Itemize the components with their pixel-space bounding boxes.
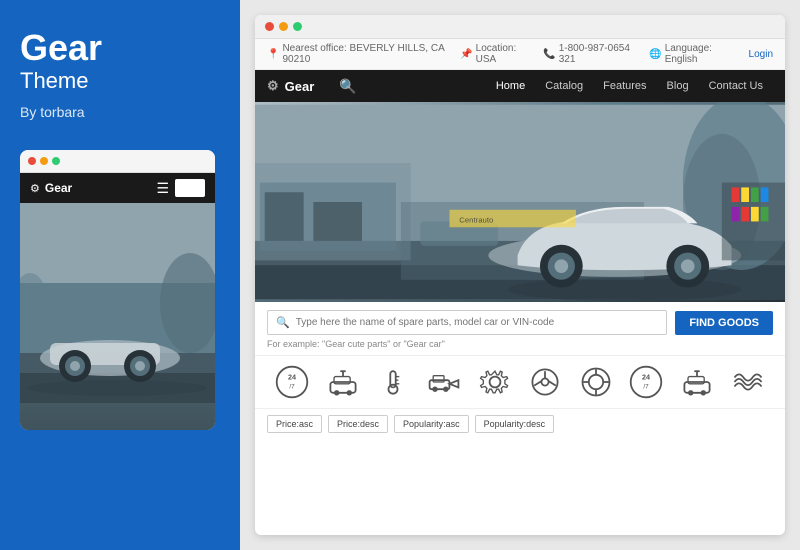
- nav-gear-icon: ⚙: [267, 78, 279, 94]
- nav-link-features[interactable]: Features: [593, 70, 656, 102]
- mobile-navbar-left: ⚙ Gear: [30, 181, 72, 195]
- electric-car-icon: [325, 364, 361, 400]
- phone-info: 📞 1-800-987-0654 321: [543, 43, 634, 65]
- browser-chrome: [255, 15, 785, 39]
- language-info: 🌐 Language: English: [649, 43, 733, 65]
- nav-logo: ⚙ Gear: [267, 70, 314, 102]
- svg-text:Centrauto: Centrauto: [459, 215, 493, 224]
- filter-tags: Price:asc Price:desc Popularity:asc Popu…: [255, 408, 785, 439]
- nav-logo-text: Gear: [285, 79, 315, 94]
- chrome-dot-yellow: [279, 22, 288, 31]
- login-link[interactable]: Login: [749, 49, 773, 60]
- dot-green: [52, 157, 60, 165]
- chrome-dot-green: [293, 22, 302, 31]
- dot-red: [28, 157, 36, 165]
- thermometer-icon: [375, 364, 411, 400]
- service-icon-tire: [578, 364, 614, 400]
- tire-icon: [578, 364, 614, 400]
- hero-svg: Centrauto: [255, 102, 785, 302]
- nav-link-blog[interactable]: Blog: [657, 70, 699, 102]
- phone-text: 1-800-987-0654 321: [559, 43, 635, 65]
- filter-popularity-desc[interactable]: Popularity:desc: [475, 415, 555, 433]
- nav-search-icon[interactable]: 🔍: [339, 78, 356, 95]
- mobile-gear-icon: ⚙: [30, 182, 40, 195]
- office-info: 📍 Nearest office: BEVERLY HILLS, CA 9021…: [267, 43, 445, 65]
- chrome-dot-red: [265, 22, 274, 31]
- search-input-wrap[interactable]: 🔍: [267, 310, 667, 335]
- service-icon-electric: [325, 364, 361, 400]
- nav-link-home[interactable]: Home: [486, 70, 535, 102]
- steering-wheel-icon: [527, 364, 563, 400]
- language-text: Language: English: [665, 43, 734, 65]
- mobile-preview: ⚙ Gear ☰: [20, 150, 215, 430]
- left-panel: Gear Theme By torbara ⚙ Gear ☰: [0, 0, 240, 550]
- 247-icon: 24 /7: [274, 364, 310, 400]
- service-icons-row: 24 /7: [255, 355, 785, 408]
- mobile-logo-text: Gear: [45, 181, 72, 195]
- service-icon-liquid: [730, 364, 766, 400]
- dot-yellow: [40, 157, 48, 165]
- phone-icon: 📞: [543, 49, 555, 60]
- top-bar: 📍 Nearest office: BEVERLY HILLS, CA 9021…: [255, 39, 785, 70]
- mobile-dots: [20, 150, 215, 173]
- location-text: Location: USA: [476, 43, 529, 65]
- mobile-hero-svg: [20, 203, 215, 403]
- office-icon: 📍: [267, 49, 279, 60]
- location-icon: 📌: [460, 49, 472, 60]
- mobile-search-box: [175, 179, 205, 197]
- theme-title: Gear: [20, 30, 220, 66]
- nav-links: Home Catalog Features Blog Contact Us: [486, 70, 773, 102]
- service-icon-tow: [426, 364, 462, 400]
- mobile-hero: auto: [20, 203, 215, 430]
- office-text: Nearest office: BEVERLY HILLS, CA 90210: [282, 43, 445, 65]
- theme-subtitle: Theme: [20, 68, 220, 94]
- svg-text:24: 24: [642, 372, 650, 381]
- right-panel: 📍 Nearest office: BEVERLY HILLS, CA 9021…: [240, 0, 800, 550]
- liquid-wave-icon: [730, 364, 766, 400]
- svg-text:24: 24: [288, 372, 296, 381]
- browser-window: 📍 Nearest office: BEVERLY HILLS, CA 9021…: [255, 15, 785, 535]
- find-goods-button[interactable]: FIND GOODS: [675, 311, 773, 335]
- svg-text:/7: /7: [644, 383, 650, 390]
- service-icon-steering: [527, 364, 563, 400]
- language-icon: 🌐: [649, 49, 661, 60]
- svg-text:/7: /7: [290, 383, 296, 390]
- location-info: 📌 Location: USA: [460, 43, 528, 65]
- electric-car2-icon: [679, 364, 715, 400]
- nav-link-contact[interactable]: Contact Us: [699, 70, 773, 102]
- filter-price-asc[interactable]: Price:asc: [267, 415, 322, 433]
- service-icon-electric2: [679, 364, 715, 400]
- service-icon-247: 24 /7: [274, 364, 310, 400]
- search-input[interactable]: [296, 317, 659, 328]
- nav-bar: ⚙ Gear 🔍 Home Catalog Features Blog Cont…: [255, 70, 785, 102]
- hero-section: Centrauto: [255, 102, 785, 302]
- author-label: By torbara: [20, 104, 220, 120]
- service-icon-temp: [375, 364, 411, 400]
- mobile-menu-icon[interactable]: ☰: [156, 180, 169, 197]
- service-icon-gear: [477, 364, 513, 400]
- tow-car-icon: [426, 364, 462, 400]
- service-icon-247b: 24 /7: [628, 364, 664, 400]
- 247b-icon: 24 /7: [628, 364, 664, 400]
- search-magnify-icon: 🔍: [276, 316, 290, 329]
- filter-popularity-asc[interactable]: Popularity:asc: [394, 415, 469, 433]
- gear-cog-icon: [477, 364, 513, 400]
- nav-link-catalog[interactable]: Catalog: [535, 70, 593, 102]
- mobile-navbar: ⚙ Gear ☰: [20, 173, 215, 203]
- search-example: For example: "Gear cute parts" or "Gear …: [255, 339, 785, 355]
- search-bar: 🔍 FIND GOODS: [255, 302, 785, 339]
- filter-price-desc[interactable]: Price:desc: [328, 415, 388, 433]
